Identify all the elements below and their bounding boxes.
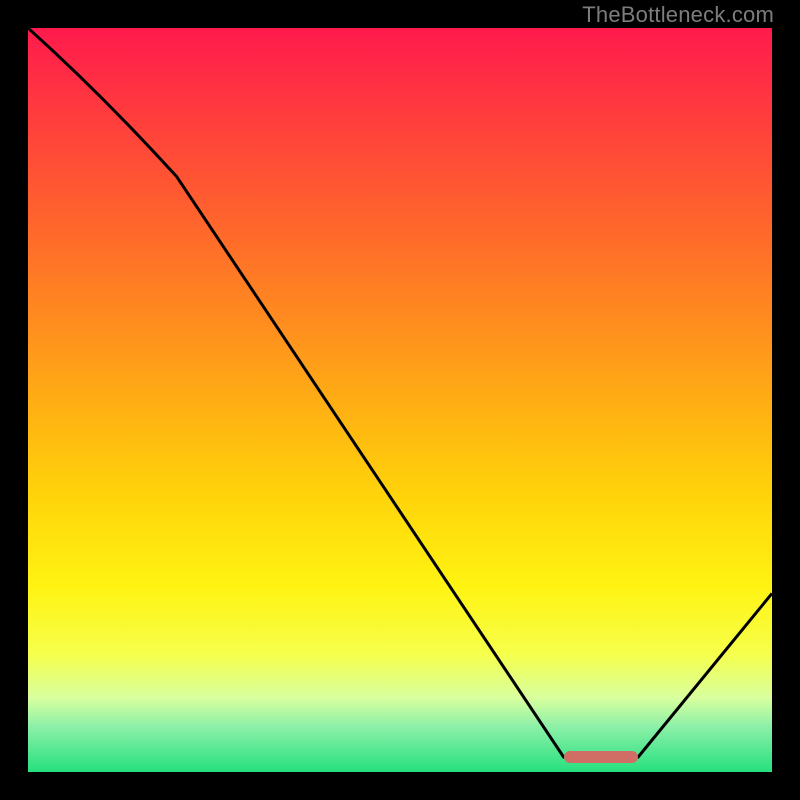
chart-frame: TheBottleneck.com xyxy=(0,0,800,800)
attribution-text: TheBottleneck.com xyxy=(582,2,774,28)
plot-area xyxy=(28,28,772,772)
bottleneck-curve xyxy=(28,28,772,772)
optimal-range-marker xyxy=(564,751,638,763)
